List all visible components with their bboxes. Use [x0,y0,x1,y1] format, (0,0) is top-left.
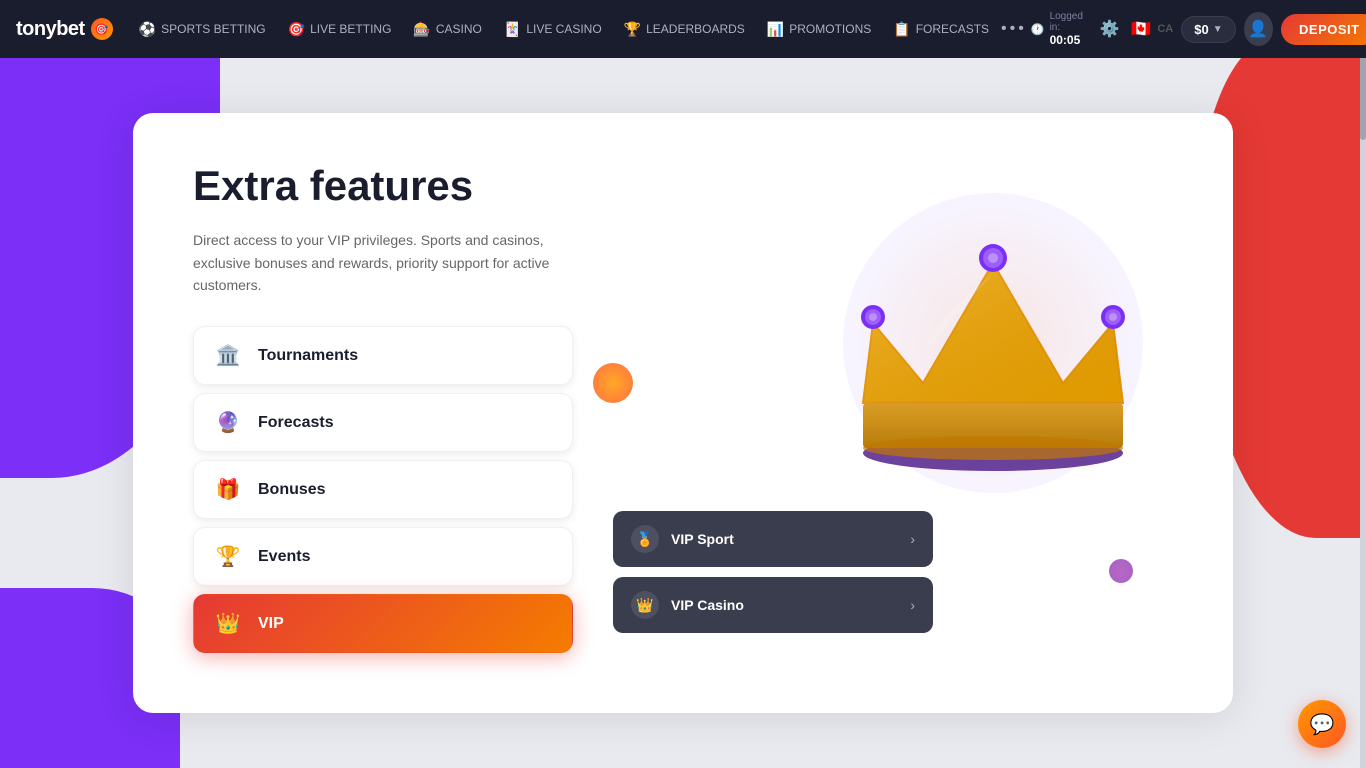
more-nav-button[interactable]: ••• [1001,20,1027,38]
nav-label: SPORTS BETTING [161,22,265,36]
main-card: Extra features Direct access to your VIP… [133,113,1233,713]
page-title: Extra features [193,163,573,209]
nav-label: CASINO [436,22,482,36]
logo-text: tonybet [16,18,85,41]
chat-support-button[interactable]: 💬 [1298,700,1346,748]
nav-right: 🕐 Logged in: 00:05 ⚙️ 🇨🇦 CA $0 ▼ 👤 DEPOS… [1031,11,1366,47]
vip-btn-label: VIP Casino [671,597,744,613]
nav-item-live-casino[interactable]: 🃏 LIVE CASINO [494,15,612,44]
vip-icon: 🏅 [631,525,659,553]
chevron-right-icon: › [910,531,915,547]
nav-icon: 🃏 [504,21,521,38]
vip-btn-left: 👑 VIP Casino [631,591,744,619]
vip-icon: 👑 [631,591,659,619]
nav-label: PROMOTIONS [789,22,871,36]
menu-item-forecasts[interactable]: 🔮 Forecasts [193,393,573,452]
decorative-dot-purple [1109,559,1133,583]
vip-btn-left: 🏅 VIP Sport [631,525,734,553]
nav-item-leaderboards[interactable]: 🏆 LEADERBOARDS [614,15,755,44]
menu-label-vip: VIP [258,615,284,633]
decorative-dot-orange [593,363,633,403]
crown-illustration [793,163,1173,503]
nav-icon: 📊 [767,21,784,38]
vip-btn-vip-sport[interactable]: 🏅 VIP Sport › [613,511,933,567]
nav-item-casino[interactable]: 🎰 CASINO [403,15,491,44]
card-right: 🏅 VIP Sport › 👑 VIP Casino › [613,163,1173,663]
nav-icon: 📋 [893,21,910,38]
nav-label: FORECASTS [916,22,989,36]
card-description: Direct access to your VIP privileges. Sp… [193,229,553,296]
clock-icon: 🕐 [1031,23,1045,36]
nav-label: LIVE BETTING [310,22,391,36]
chevron-down-icon: ▼ [1213,24,1223,35]
menu-icon-forecasts: 🔮 [214,410,242,435]
menu-label-events: Events [258,548,310,566]
scrollbar[interactable] [1360,0,1366,768]
vip-buttons-container: 🏅 VIP Sport › 👑 VIP Casino › [613,511,933,633]
nav-item-forecasts[interactable]: 📋 FORECASTS [883,15,999,44]
logo-icon: 🎯 [91,18,113,40]
navbar: tonybet 🎯 ⚽ SPORTS BETTING 🎯 LIVE BETTING 🎰 C… [0,0,1366,58]
menu-item-tournaments[interactable]: 🏛️ Tournaments [193,326,573,385]
menu-item-events[interactable]: 🏆 Events [193,527,573,586]
card-left: Extra features Direct access to your VIP… [193,163,573,663]
menu-icon-tournaments: 🏛️ [214,343,242,368]
vip-btn-vip-casino[interactable]: 👑 VIP Casino › [613,577,933,633]
menu-item-bonuses[interactable]: 🎁 Bonuses [193,460,573,519]
menu-label-tournaments: Tournaments [258,347,358,365]
session-time: Logged in: 00:05 [1050,11,1088,47]
menu-item-vip[interactable]: 👑 VIP [193,594,573,653]
feature-menu: 🏛️ Tournaments 🔮 Forecasts 🎁 Bonuses 🏆 E… [193,326,573,653]
user-profile-button[interactable]: 👤 [1244,12,1273,46]
nav-item-sports-betting[interactable]: ⚽ SPORTS BETTING [129,15,276,44]
vip-btn-label: VIP Sport [671,531,734,547]
user-icon: 👤 [1248,19,1268,39]
nav-icon: 🎯 [288,21,305,38]
menu-label-bonuses: Bonuses [258,481,326,499]
menu-icon-vip: 👑 [214,611,242,636]
logo[interactable]: tonybet 🎯 [16,18,113,41]
logged-in-info: 🕐 Logged in: 00:05 [1031,11,1088,47]
nav-item-promotions[interactable]: 📊 PROMOTIONS [757,15,881,44]
balance-value: $0 [1194,22,1208,37]
nav-label: LIVE CASINO [526,22,601,36]
logged-in-label: Logged in: [1050,11,1088,33]
nav-items: ⚽ SPORTS BETTING 🎯 LIVE BETTING 🎰 CASINO 🃏 LIVE… [129,15,1027,44]
nav-icon: ⚽ [139,21,156,38]
menu-label-forecasts: Forecasts [258,414,334,432]
deposit-button[interactable]: DEPOSIT [1281,14,1366,45]
menu-icon-events: 🏆 [214,544,242,569]
balance-button[interactable]: $0 ▼ [1181,16,1235,43]
flag-icon: 🇨🇦 [1131,19,1151,39]
chat-icon: 💬 [1310,712,1335,737]
main-background: Extra features Direct access to your VIP… [0,58,1366,768]
nav-label: LEADERBOARDS [646,22,745,36]
menu-icon-bonuses: 🎁 [214,477,242,502]
nav-icon: 🎰 [413,21,430,38]
nav-icon: 🏆 [624,21,641,38]
chevron-right-icon: › [910,597,915,613]
settings-button[interactable]: ⚙️ [1096,15,1124,43]
session-timer: 00:05 [1050,33,1081,47]
nav-item-live-betting[interactable]: 🎯 LIVE BETTING [278,15,402,44]
country-label: CA [1157,23,1173,35]
